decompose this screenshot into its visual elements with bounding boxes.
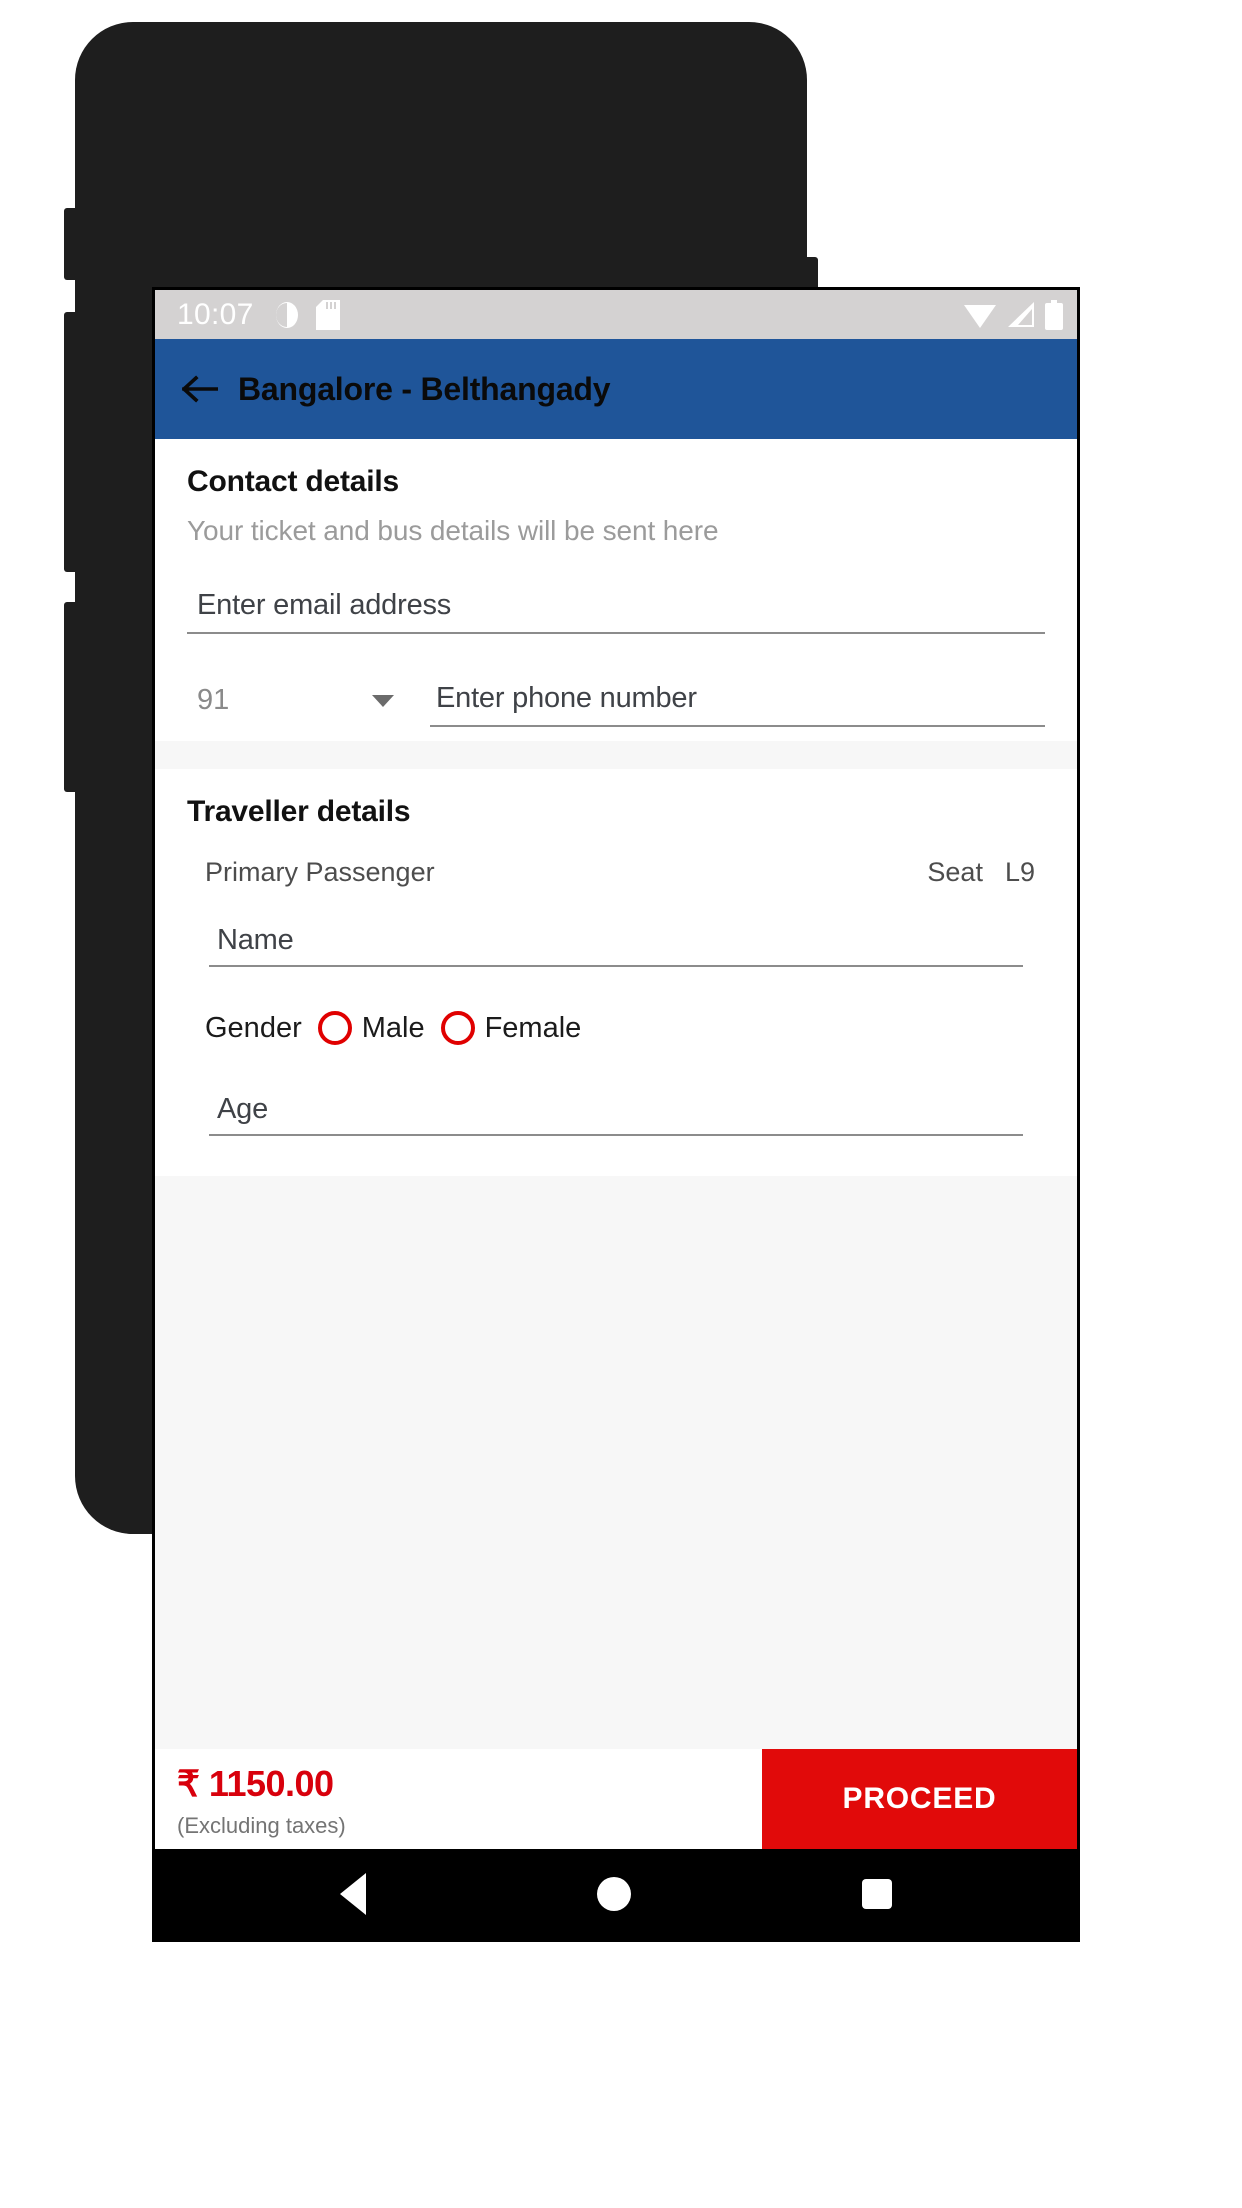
contact-section-title: Contact details (187, 465, 400, 498)
wifi-icon (964, 304, 996, 328)
status-bar: 10:07 (155, 290, 1077, 339)
traveller-details-card: Traveller details Primary Passenger Seat… (155, 769, 1077, 1176)
section-divider (155, 741, 1077, 769)
passenger-label: Primary Passenger (205, 857, 435, 887)
bottom-action-bar: ₹ 1150.00 (Excluding taxes) PROCEED (155, 1749, 1077, 1849)
nav-back-icon[interactable] (340, 1873, 367, 1915)
contact-section-subtitle: Your ticket and bus details will be sent… (187, 515, 719, 546)
name-placeholder: Name (217, 924, 294, 956)
traveller-section-title: Traveller details (187, 795, 411, 828)
phone-screen: 10:07 Bangalore - Belthangady Contact de… (152, 287, 1080, 1942)
radio-male-label[interactable]: Male (362, 1012, 425, 1045)
country-code-value: 91 (197, 684, 230, 716)
device-button-volume[interactable] (64, 312, 77, 572)
signal-icon (1008, 301, 1034, 327)
page-title: Bangalore - Belthangady (238, 370, 611, 407)
contact-details-card: Contact details Your ticket and bus deta… (155, 439, 1077, 741)
phone-number-field[interactable]: Enter phone number (430, 682, 1045, 727)
device-button-top-left[interactable] (64, 208, 77, 280)
email-field[interactable]: Enter email address (187, 589, 1045, 634)
age-placeholder: Age (217, 1093, 268, 1125)
back-arrow-icon[interactable] (182, 374, 218, 404)
device-button-lower-left[interactable] (64, 602, 77, 792)
price-note: (Excluding taxes) (177, 1813, 346, 1838)
phone-row: 91 Enter phone number (187, 682, 1045, 727)
email-placeholder: Enter email address (197, 589, 452, 621)
seat-label: Seat (927, 857, 983, 887)
app-bar: Bangalore - Belthangady (155, 339, 1077, 439)
proceed-button[interactable]: PROCEED (762, 1749, 1077, 1849)
seat-number: L9 (1004, 857, 1035, 887)
passenger-header-row: Primary Passenger Seat L9 (187, 857, 1045, 888)
android-nav-bar (155, 1849, 1077, 1939)
price-block: ₹ 1150.00 (Excluding taxes) (155, 1749, 762, 1849)
country-code-select[interactable]: 91 (187, 684, 402, 727)
vibrate-icon (275, 301, 298, 328)
radio-female-label[interactable]: Female (485, 1012, 582, 1045)
status-right-icons (963, 299, 1063, 330)
age-field[interactable]: Age (209, 1093, 1023, 1136)
status-clock: 10:07 (177, 297, 254, 331)
battery-icon (1045, 299, 1063, 330)
nav-home-icon[interactable] (596, 1877, 631, 1911)
radio-female[interactable] (440, 1011, 475, 1045)
phone-placeholder: Enter phone number (436, 682, 697, 714)
main-content: Contact details Your ticket and bus deta… (155, 439, 1077, 1939)
radio-male[interactable] (317, 1011, 352, 1045)
status-left-icons (274, 299, 340, 330)
chevron-down-icon (372, 694, 394, 707)
content-filler (155, 1176, 1077, 1749)
sd-card-icon (315, 299, 340, 330)
gender-row: Gender Male Female (205, 1011, 1045, 1045)
name-field[interactable]: Name (209, 924, 1023, 967)
nav-recent-icon[interactable] (861, 1879, 892, 1909)
seat-info: Seat L9 (927, 857, 1035, 888)
total-price: ₹ 1150.00 (177, 1763, 334, 1804)
gender-label: Gender (205, 1011, 302, 1044)
